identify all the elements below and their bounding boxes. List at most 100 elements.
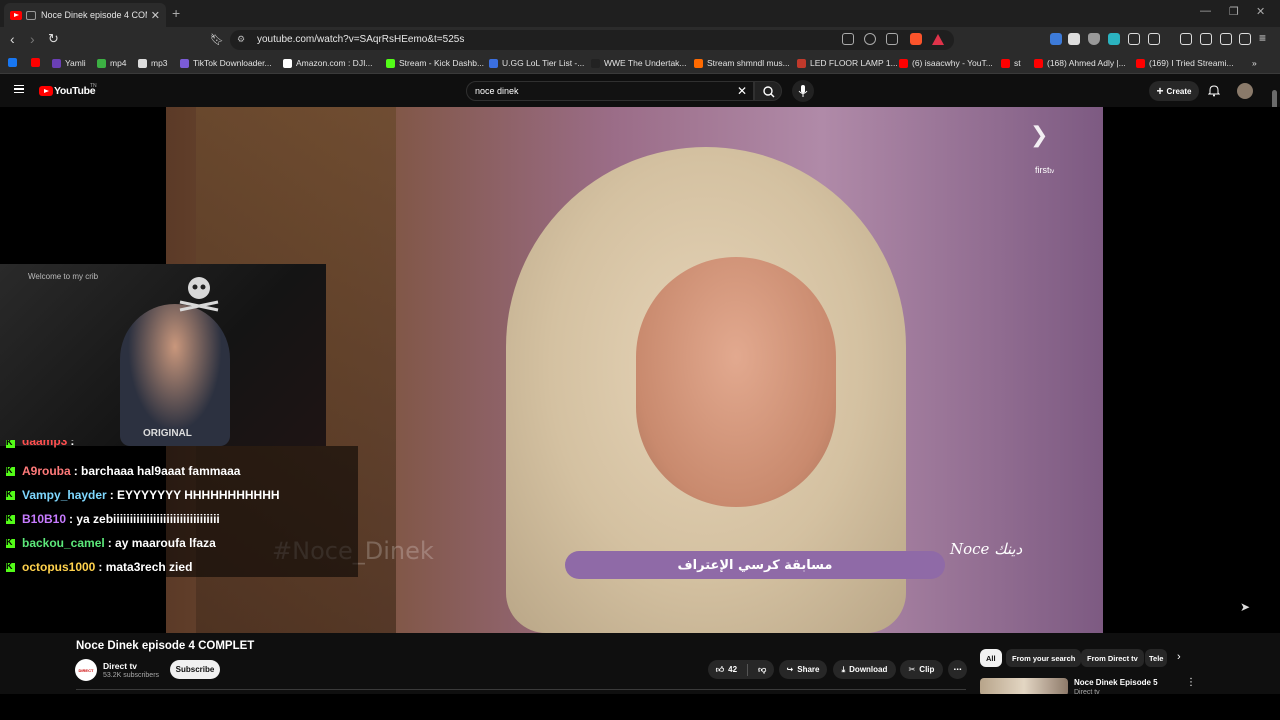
bookmark-item[interactable]: TikTok Downloader... [180, 58, 272, 68]
bookmark-label: st [1014, 58, 1021, 68]
webcam-overlay [0, 264, 326, 446]
bookmark-item[interactable]: st [1001, 58, 1021, 68]
cast-icon[interactable] [842, 33, 854, 45]
more-actions-button[interactable]: ⋯ [948, 660, 967, 679]
bookmarks-overflow-icon[interactable]: » [1252, 58, 1257, 68]
window-close-icon[interactable]: ✕ [1256, 5, 1265, 18]
bookmark-icon[interactable]: 🔖︎ [210, 33, 224, 46]
bookmark-label: TikTok Downloader... [193, 58, 272, 68]
notifications-bell-icon[interactable] [1207, 84, 1221, 102]
bookmark-label: U.GG LoL Tier List -... [502, 58, 585, 68]
clear-search-icon[interactable]: ✕ [737, 84, 747, 98]
site-info-icon[interactable]: ⚙ [237, 34, 245, 45]
guide-menu-icon[interactable] [14, 85, 24, 93]
chat-message: A9rouba: barchaaa hal9aaat fammaaa [6, 464, 240, 478]
chat-message: octopus1000: mata3rech zied [6, 560, 192, 574]
like-count[interactable]: 42 [728, 665, 737, 674]
extension-icon-3[interactable] [1108, 33, 1120, 45]
bookmark-item[interactable]: Amazon.com : DJI... [283, 58, 373, 68]
bookmark-item[interactable]: WWE The Undertak... [591, 58, 687, 68]
bookmark-favicon-icon [899, 58, 908, 68]
bookmark-label: LED FLOOR LAMP 1... [810, 58, 898, 68]
media-icon[interactable] [1180, 33, 1192, 45]
extensions-puzzle-icon[interactable] [1128, 33, 1140, 45]
youtube-logo-icon[interactable] [39, 86, 53, 96]
bookmark-item[interactable]: Stream shmndl mus... [694, 58, 790, 68]
channel-name[interactable]: Direct tv [103, 661, 137, 671]
reload-icon[interactable]: ↻ [48, 31, 59, 47]
create-button[interactable]: + Create [1149, 81, 1199, 101]
search-button[interactable] [754, 81, 782, 101]
audio-tab-icon [26, 10, 36, 20]
extension-icon-2[interactable] [1068, 33, 1080, 45]
like-dislike-group: 👍︎ 42 👎︎ [708, 660, 774, 679]
forward-icon[interactable]: › [30, 31, 35, 47]
microphone-icon [798, 85, 808, 97]
bookmark-item[interactable]: Stream - Kick Dashb... [386, 58, 484, 68]
chips-next-icon[interactable]: › [1177, 651, 1181, 663]
sidebar-icon[interactable] [1200, 33, 1212, 45]
bookmark-item[interactable]: U.GG LoL Tier List -... [489, 58, 584, 68]
share-icon: ↪ [786, 665, 794, 674]
chat-message: Vampy_hayder: EYYYYYYY HHHHHHHHHHH [6, 488, 280, 502]
bookmark-label: (169) I Tried Streami... [1149, 58, 1234, 68]
bookmark-favicon-icon [797, 58, 806, 68]
bookmark-favicon-icon [1001, 58, 1010, 68]
share-button[interactable]: ↪ Share [779, 660, 827, 679]
extension-icon-4[interactable] [1148, 33, 1160, 45]
chip-from-channel[interactable]: From Direct tv [1081, 649, 1144, 667]
bookmark-item[interactable]: (169) I Tried Streami... [1136, 58, 1234, 68]
bookmark-favicon-icon [1136, 58, 1145, 68]
bookmark-favicon-icon [591, 58, 600, 68]
bookmark-item[interactable]: mp3 [138, 58, 168, 68]
bookmark-item[interactable]: (168) Ahmed Adly |... [1034, 58, 1126, 68]
chip-all[interactable]: All [980, 649, 1002, 667]
close-tab-icon[interactable]: ✕ [151, 9, 160, 22]
video-title: Noce Dinek episode 4 COMPLET [76, 640, 255, 652]
bookmark-item[interactable]: (6) isaacwhy - YouT... [899, 58, 993, 68]
channel-watermark-logo: ❯ [1030, 122, 1049, 147]
chip-tele[interactable]: Tele [1145, 649, 1167, 667]
clip-button[interactable]: ✂ Clip [900, 660, 943, 679]
url-text: youtube.com/watch?v=SAqrRsHEemo&t=525s [257, 34, 465, 45]
recommended-title[interactable]: Noce Dinek Episode 5 [1074, 678, 1158, 687]
share-page-icon[interactable] [886, 33, 898, 45]
next-video-icon[interactable]: ➤ [1240, 600, 1250, 614]
brave-rewards-icon[interactable] [932, 33, 944, 45]
new-tab-button[interactable]: + [172, 5, 180, 21]
bookmark-label: WWE The Undertak... [604, 58, 687, 68]
back-icon[interactable]: ‹ [10, 31, 15, 47]
account-avatar[interactable] [1237, 83, 1253, 99]
restore-icon[interactable]: ❐ [1229, 5, 1239, 18]
browser-tab[interactable]: Noce Dinek episode 4 COMPL ✕ [4, 3, 166, 27]
bookmark-item[interactable]: mp4 [97, 58, 127, 68]
bookmark-item[interactable] [31, 58, 44, 67]
bookmark-item[interactable]: Yamli [52, 58, 86, 68]
download-button[interactable]: ⤓ Download [833, 660, 896, 679]
chip-from-your-search[interactable]: From your search [1006, 649, 1082, 667]
jolly-roger-flag-icon [179, 277, 219, 312]
bookmark-item[interactable] [8, 58, 21, 67]
channel-avatar[interactable]: DIRECT [75, 659, 97, 681]
dislike-icon[interactable]: 👎︎ [758, 665, 766, 675]
extension-shield-icon[interactable] [1088, 33, 1100, 45]
extension-icon-1[interactable] [1050, 33, 1062, 45]
chat-username: Vampy_hayder [22, 488, 107, 502]
wallet-icon[interactable] [1220, 33, 1232, 45]
bookmark-favicon-icon [8, 58, 17, 67]
minimize-icon[interactable]: — [1200, 5, 1211, 17]
voice-search-button[interactable] [792, 80, 814, 102]
bookmark-item[interactable]: LED FLOOR LAMP 1... [797, 58, 898, 68]
search-input[interactable]: noce dinek [475, 86, 519, 96]
brave-shield-icon[interactable] [910, 33, 922, 45]
kick-badge-icon [6, 440, 15, 448]
bookmark-label: Yamli [65, 58, 86, 68]
leo-ai-icon[interactable] [1239, 33, 1251, 45]
bookmark-favicon-icon [694, 58, 703, 68]
zoom-icon[interactable] [864, 33, 876, 45]
recommended-more-icon[interactable]: ⋮ [1186, 677, 1196, 688]
subscribe-button[interactable]: Subscribe [170, 660, 220, 679]
browser-menu-icon[interactable]: ≡ [1259, 31, 1266, 45]
chat-username: A9rouba [22, 464, 71, 478]
like-icon[interactable]: 👍︎ [716, 665, 724, 675]
